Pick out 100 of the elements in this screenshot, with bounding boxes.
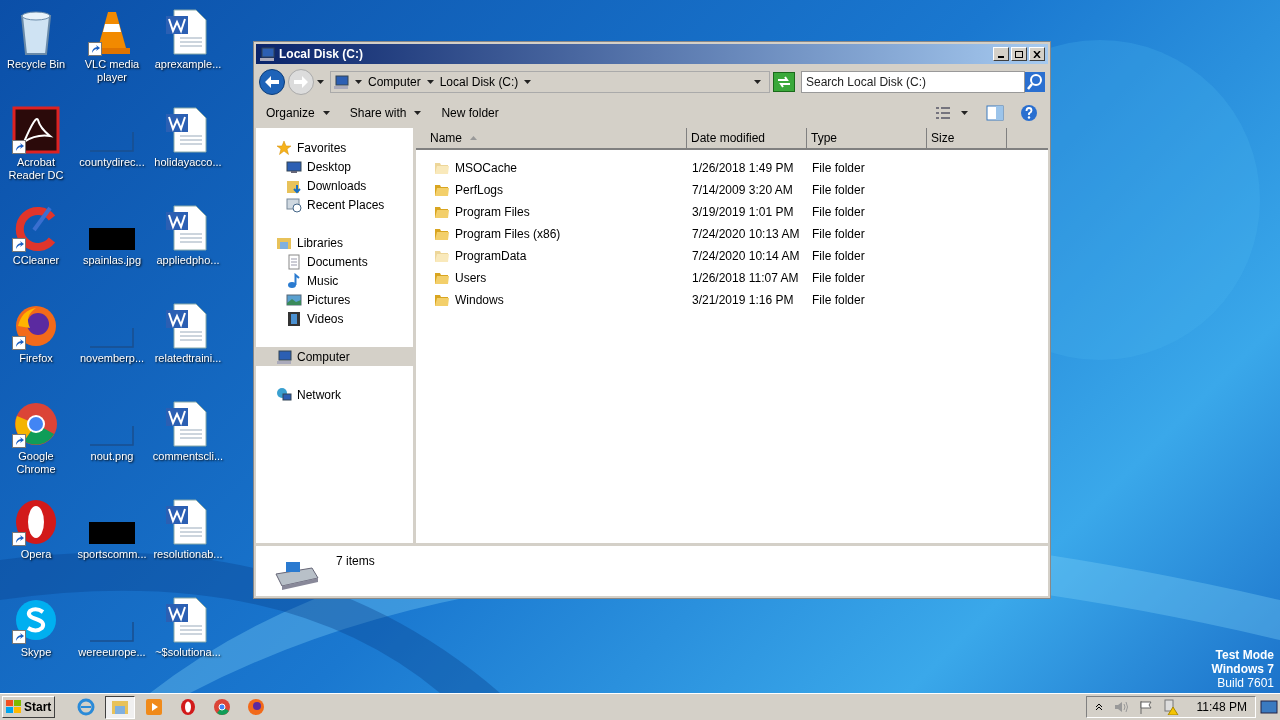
forward-arrow-icon <box>294 76 308 88</box>
nav-item[interactable]: Network <box>256 385 413 404</box>
toolbar-button[interactable]: Share with <box>343 101 428 125</box>
desktop-icon-label[interactable]: aprexample... <box>151 58 225 71</box>
desktop-icon-label[interactable]: sportscomm... <box>75 548 149 561</box>
document-icon <box>286 253 302 270</box>
network-icon <box>276 386 292 403</box>
nav-item[interactable]: Pictures <box>256 290 413 309</box>
windows-logo-icon <box>6 700 22 714</box>
flag-icon[interactable] <box>1138 700 1153 714</box>
file-name[interactable]: PerfLogs <box>455 181 504 199</box>
table-cell: File folder <box>812 249 865 263</box>
breadcrumb-item[interactable]: Local Disk (C:) <box>439 73 519 91</box>
desktop-icon-label[interactable]: ~$solutiona... <box>151 646 225 659</box>
star-icon <box>276 139 292 156</box>
refresh-button[interactable] <box>773 72 795 92</box>
caret-icon <box>322 111 330 115</box>
nav-item[interactable]: Downloads <box>256 176 413 195</box>
refresh-icon <box>777 76 791 88</box>
chrome-icon <box>12 400 60 448</box>
desktop-icon-label[interactable]: relatedtraini... <box>151 352 225 365</box>
preview-pane-icon[interactable] <box>986 105 1004 121</box>
file-name[interactable]: Windows <box>455 291 504 309</box>
file-name[interactable]: Users <box>455 269 487 287</box>
caret-icon <box>355 80 362 84</box>
desktop-icon-label[interactable]: novemberp... <box>75 352 149 365</box>
file-name[interactable]: Program Files (x86) <box>455 225 561 243</box>
toolbar-button[interactable]: New folder <box>435 101 505 125</box>
search-field[interactable]: Search Local Disk (C:) <box>801 71 1025 93</box>
image-thumbnail-icon <box>90 328 134 348</box>
toolbar-button[interactable]: Organize <box>260 101 336 125</box>
table-cell: 3/19/2019 1:01 PM <box>692 205 794 219</box>
table-cell: 1/26/2018 11:07 AM <box>692 271 799 285</box>
desktop-icon-label[interactable]: spainlas.jpg <box>75 254 149 267</box>
help-icon[interactable] <box>1020 104 1038 122</box>
desktop-icon-label[interactable]: Google Chrome <box>0 450 73 476</box>
folder-icon <box>434 248 450 264</box>
nav-item[interactable]: Computer <box>256 347 413 366</box>
clock[interactable]: 11:48 PM <box>1196 698 1247 716</box>
watermark-text: Windows 7 <box>1211 662 1274 676</box>
nav-item[interactable]: Videos <box>256 309 413 328</box>
image-thumbnail-icon <box>89 228 135 250</box>
desktop-icon-label[interactable]: holidayacco... <box>151 156 225 169</box>
recent-places-icon <box>286 196 302 213</box>
folder-icon <box>111 698 130 716</box>
start-button[interactable]: Start <box>2 696 56 718</box>
file-name[interactable]: MSOCache <box>455 159 518 177</box>
item-count: 7 items <box>336 553 375 570</box>
chevron-up-icon[interactable] <box>1094 703 1103 711</box>
fox-globe-icon <box>247 698 266 716</box>
column-header[interactable]: Date modified <box>687 128 807 148</box>
nav-item[interactable]: Music <box>256 271 413 290</box>
minimize-button[interactable] <box>993 47 1009 61</box>
desktop-icon-label[interactable]: VLC media player <box>75 58 149 84</box>
sort-arrow-icon <box>470 136 477 140</box>
opera-icon <box>179 698 198 716</box>
window-title: Local Disk (C:) <box>279 46 363 63</box>
table-cell: File folder <box>812 205 865 219</box>
folder-icon <box>434 204 450 220</box>
nav-item[interactable]: Documents <box>256 252 413 271</box>
desktop-icon-label[interactable]: CCleaner <box>0 254 73 267</box>
desktop-icon-label[interactable]: nout.png <box>75 450 149 463</box>
view-list-icon[interactable] <box>935 106 951 120</box>
computer-icon <box>276 348 292 365</box>
desktop-icon-label[interactable]: commentscli... <box>151 450 225 463</box>
desktop-icon-label[interactable]: Firefox <box>0 352 73 365</box>
breadcrumb-item[interactable]: Computer <box>368 73 421 91</box>
desktop-icon-label[interactable]: Opera <box>0 548 73 561</box>
watermark-text: Test Mode <box>1215 648 1274 662</box>
column-header[interactable]: Name <box>416 128 687 148</box>
file-name[interactable]: Program Files <box>455 203 530 221</box>
desktop-icon-label[interactable]: Acrobat Reader DC <box>0 156 73 182</box>
play-icon <box>145 698 164 716</box>
search-icon[interactable] <box>1025 72 1045 92</box>
column-header[interactable]: Type <box>807 128 927 148</box>
file-name[interactable]: ProgramData <box>455 247 527 265</box>
nav-item[interactable]: Desktop <box>256 157 413 176</box>
nav-item[interactable]: Favorites <box>256 138 413 157</box>
back-button[interactable] <box>259 69 285 95</box>
column-header[interactable]: Size <box>927 128 1007 148</box>
desktop-icon-label[interactable]: Recycle Bin <box>0 58 73 71</box>
caret-icon <box>961 111 968 115</box>
taskbar-app-button[interactable] <box>105 695 136 719</box>
desktop-icon-label[interactable]: appliedpho... <box>151 254 225 267</box>
desktop-icon-label[interactable]: countydirec... <box>75 156 149 169</box>
close-button[interactable] <box>1029 47 1045 61</box>
desktop-icon-label[interactable]: Skype <box>0 646 73 659</box>
chrome-icon <box>213 698 232 716</box>
caret-icon <box>317 80 324 84</box>
desktop-icon-label[interactable]: wereeurope... <box>75 646 149 659</box>
nav-item[interactable]: Libraries <box>256 233 413 252</box>
table-cell: File folder <box>812 293 865 307</box>
picture-icon <box>286 291 302 308</box>
folder-icon <box>434 160 450 176</box>
browser-e-icon <box>77 698 96 716</box>
maximize-button[interactable] <box>1011 47 1027 61</box>
nav-item[interactable]: Recent Places <box>256 195 413 214</box>
watermark-text: Build 7601 <box>1217 676 1274 690</box>
desktop-icon-label[interactable]: resolutionab... <box>151 548 225 561</box>
address-bar[interactable]: Computer Local Disk (C:) <box>330 71 770 93</box>
